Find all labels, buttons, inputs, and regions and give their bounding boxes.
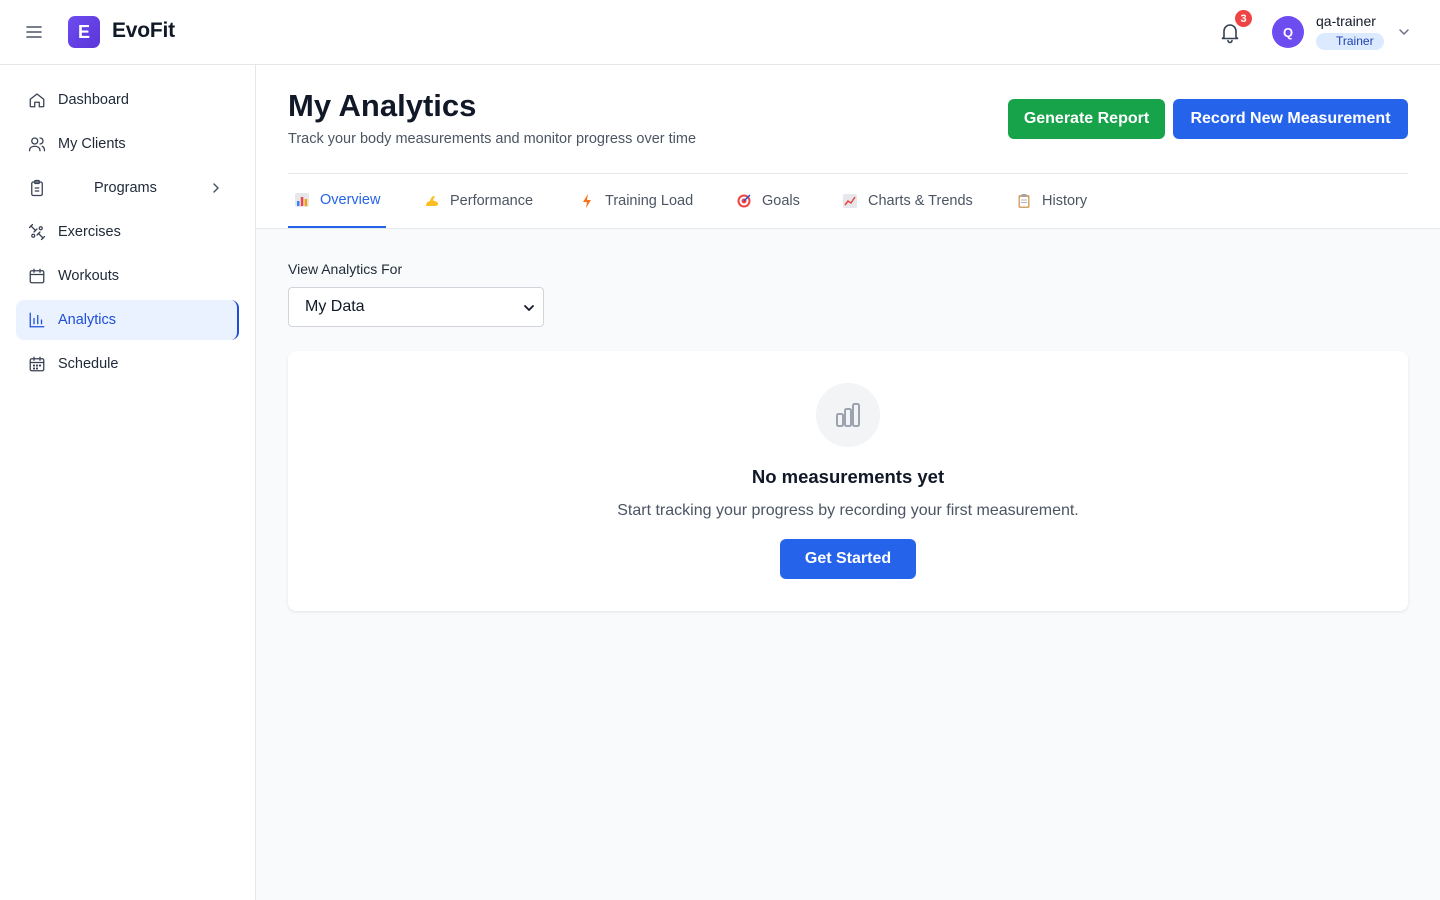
chevron-down-icon [524,305,534,311]
tab-label: Performance [450,193,534,209]
schedule-icon [29,356,45,372]
sidebar-item-label: My Clients [58,136,126,152]
sidebar-item-workouts[interactable]: Workouts [16,256,239,296]
select-value: My Data [305,298,365,315]
sidebar-item-label: Analytics [58,312,117,328]
sidebar-item-schedule[interactable]: Schedule [16,344,239,384]
sidebar-item-analytics[interactable]: Analytics [16,300,239,340]
empty-state-text: Start tracking your progress by recordin… [617,502,1079,519]
tab-label: Overview [320,192,381,208]
tab-label: History [1042,193,1088,209]
generate-report-button[interactable]: Generate Report [1008,99,1165,139]
user-name[interactable]: qa-trainer [1316,13,1376,29]
tab-label: Charts & Trends [868,193,973,209]
app-logo: E [68,16,100,48]
sidebar-item-dashboard[interactable]: Dashboard [16,80,239,120]
avatar[interactable]: Q [1272,16,1304,48]
sidebar-item-programs[interactable]: Programs [16,168,239,208]
target-icon [737,194,751,208]
clipboard-emoji-icon [1018,194,1030,208]
sidebar-item-my-clients[interactable]: My Clients [16,124,239,164]
chevron-right-icon[interactable] [209,181,223,195]
sidebar-item-label: Schedule [58,356,119,372]
sidebar-item-label: Programs [94,180,157,196]
tab-training-load[interactable]: Training Load [573,174,699,228]
clipboard-icon [31,179,43,197]
sidebar-item-label: Workouts [58,268,119,284]
sidebar: Dashboard My Clients Programs Exercises … [0,65,256,900]
get-started-button[interactable]: Get Started [780,539,916,579]
tab-performance[interactable]: Performance [418,174,539,228]
user-role-badge: Trainer [1316,33,1384,50]
chevron-down-icon[interactable] [1397,25,1411,39]
tab-charts-trends[interactable]: Charts & Trends [836,174,979,228]
tab-label: Training Load [605,193,694,209]
hamburger-menu-icon[interactable] [24,22,44,42]
tab-label: Goals [762,193,800,209]
empty-state-card: No measurements yet Start tracking your … [288,351,1408,611]
sidebar-item-label: Dashboard [58,92,129,108]
page-subtitle: Track your body measurements and monitor… [288,131,697,147]
view-analytics-label: View Analytics For [288,261,403,277]
users-icon [28,137,46,152]
top-header: E EvoFit 3 Q qa-trainer Trainer [0,0,1440,65]
flexed-biceps-icon [426,196,438,206]
empty-state-title: No measurements yet [751,466,945,487]
bar-chart-icon [816,383,880,447]
bar-chart-icon [29,312,45,328]
sidebar-item-label: Exercises [58,224,121,240]
exercises-icon [28,223,46,241]
lightning-icon [583,194,591,208]
analytics-subject-select[interactable]: My Data [288,287,544,327]
page-title: My Analytics [288,88,477,123]
calendar-icon [29,268,45,284]
bar-chart-emoji-icon [295,193,309,207]
notification-badge: 3 [1235,10,1252,27]
tab-overview[interactable]: Overview [288,174,387,228]
chart-increasing-icon [843,194,857,208]
sidebar-item-exercises[interactable]: Exercises [16,212,239,252]
home-icon [29,93,45,108]
record-measurement-button[interactable]: Record New Measurement [1173,99,1408,139]
app-name: EvoFit [112,19,175,42]
tab-history[interactable]: History [1010,174,1093,228]
tab-goals[interactable]: Goals [730,174,806,228]
